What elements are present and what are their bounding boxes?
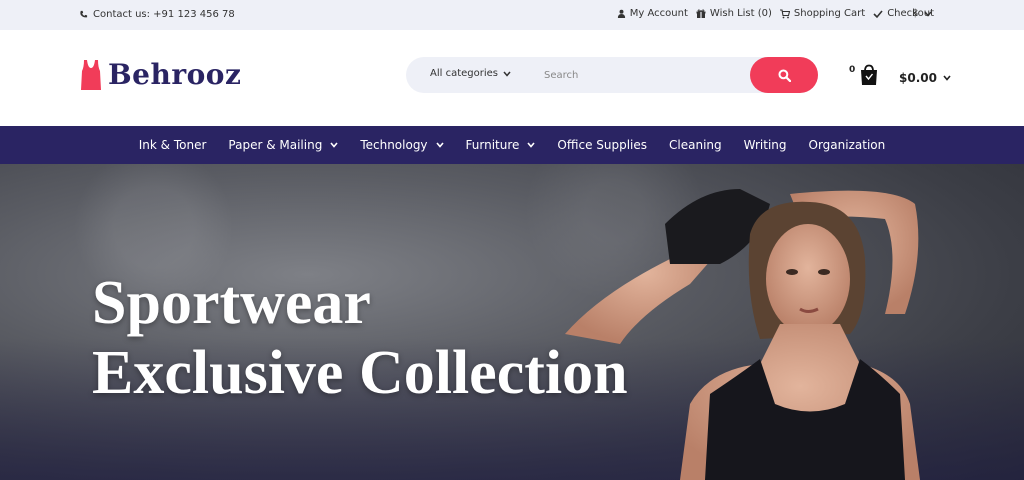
phone-icon bbox=[79, 10, 88, 19]
search-bar: All categories bbox=[406, 57, 818, 93]
tank-top-logo-icon bbox=[80, 59, 102, 91]
main-nav: Ink & Toner Paper & Mailing Technology F… bbox=[0, 126, 1024, 164]
currency-selector[interactable]: $ bbox=[912, 8, 932, 19]
shopping-cart-link[interactable]: Shopping Cart bbox=[779, 8, 865, 19]
nav-item-furniture[interactable]: Furniture bbox=[466, 138, 536, 152]
nav-item-technology[interactable]: Technology bbox=[360, 138, 444, 152]
chevron-down-icon bbox=[435, 142, 444, 148]
cart-count: 0 bbox=[849, 65, 856, 75]
check-icon bbox=[873, 9, 883, 19]
my-account-link[interactable]: My Account bbox=[617, 8, 688, 19]
hero-banner[interactable]: Sportwear Exclusive Collection bbox=[0, 164, 1024, 480]
search-button[interactable] bbox=[750, 57, 818, 93]
chevron-down-icon bbox=[943, 75, 951, 81]
wish-list-link[interactable]: Wish List (0) bbox=[696, 8, 772, 19]
hero-title-line2: Exclusive Collection bbox=[92, 339, 628, 407]
nav-item-writing[interactable]: Writing bbox=[744, 138, 787, 152]
account-links: My Account Wish List (0) Shopping Cart C… bbox=[617, 8, 934, 19]
logo[interactable]: Behrooz bbox=[80, 58, 241, 91]
logo-text: Behrooz bbox=[108, 58, 242, 91]
gift-icon bbox=[696, 9, 706, 19]
hero-title-line1: Sportwear bbox=[92, 269, 371, 337]
nav-item-paper-mailing[interactable]: Paper & Mailing bbox=[228, 138, 338, 152]
search-input[interactable] bbox=[544, 65, 744, 85]
hero-title: Sportwear Exclusive Collection bbox=[92, 268, 628, 408]
currency-symbol: $ bbox=[912, 8, 919, 19]
category-dropdown[interactable]: All categories bbox=[430, 68, 511, 79]
cart-total: $0.00 bbox=[899, 71, 951, 85]
chevron-down-icon bbox=[503, 71, 511, 77]
search-icon bbox=[777, 68, 791, 82]
shopping-bag-icon bbox=[860, 64, 878, 86]
nav-item-ink-toner[interactable]: Ink & Toner bbox=[139, 138, 207, 152]
nav-item-office-supplies[interactable]: Office Supplies bbox=[557, 138, 647, 152]
chevron-down-icon bbox=[527, 142, 536, 148]
chevron-down-icon bbox=[924, 11, 932, 17]
category-label: All categories bbox=[430, 68, 498, 79]
top-bar: Contact us: +91 123 456 78 My Account Wi… bbox=[0, 0, 1024, 30]
chevron-down-icon bbox=[330, 142, 338, 148]
cart-icon bbox=[779, 8, 790, 19]
nav-item-cleaning[interactable]: Cleaning bbox=[669, 138, 722, 152]
site-header: Behrooz All categories 0 $0.00 bbox=[0, 30, 1024, 126]
nav-item-organization[interactable]: Organization bbox=[809, 138, 886, 152]
user-icon bbox=[617, 9, 626, 18]
contact-text: Contact us: +91 123 456 78 bbox=[93, 9, 235, 20]
contact-info: Contact us: +91 123 456 78 bbox=[79, 9, 235, 20]
